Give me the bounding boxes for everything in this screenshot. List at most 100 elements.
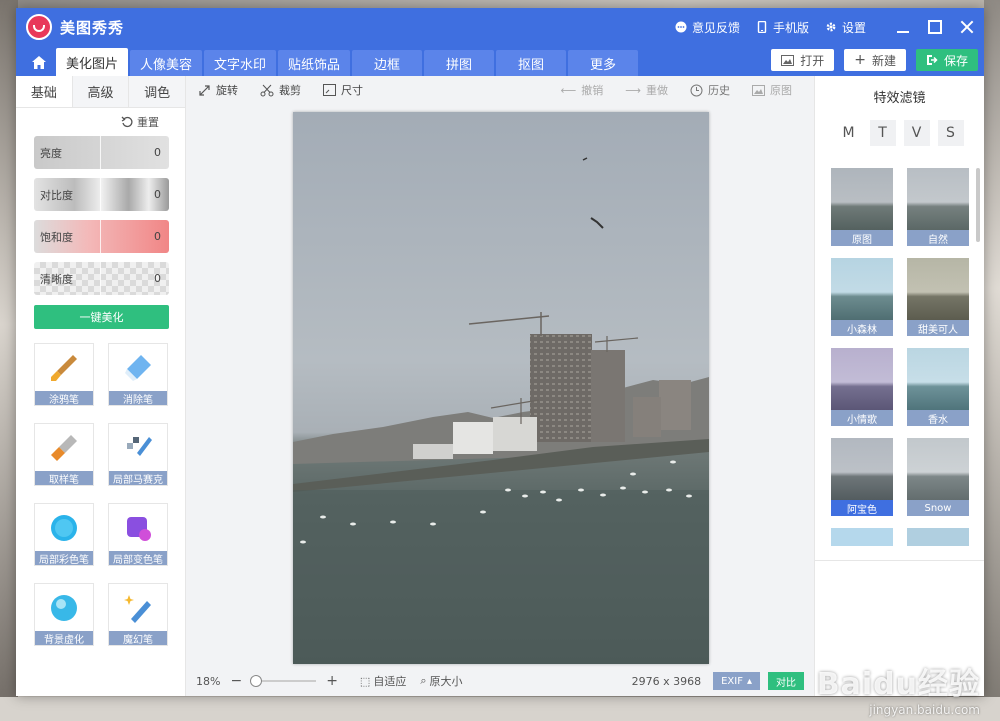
zoom-slider-handle[interactable] — [250, 675, 263, 687]
home-button[interactable] — [22, 48, 56, 76]
contrast-slider[interactable]: 对比度 0 — [34, 178, 169, 211]
redo-button[interactable]: ⟶ 重做 — [625, 82, 668, 98]
mobile-button[interactable]: 手机版 — [756, 19, 809, 36]
original-button[interactable]: 原图 — [752, 82, 792, 98]
filter-category-s[interactable]: S — [937, 120, 964, 146]
exif-button[interactable]: EXIF ▴ — [713, 672, 760, 690]
zoom-out-button[interactable]: − — [230, 673, 242, 689]
doodle-pen-tool[interactable]: 涂鸦笔 — [34, 343, 94, 406]
sharpness-slider[interactable]: 清晰度 0 — [34, 262, 169, 295]
compare-button[interactable]: 对比 — [768, 672, 804, 690]
mobile-label: 手机版 — [772, 20, 809, 35]
filter-natural[interactable]: 自然 — [907, 168, 969, 246]
feedback-button[interactable]: 意见反馈 — [675, 19, 740, 36]
maximize-button[interactable] — [928, 20, 942, 34]
color-circle-icon — [51, 514, 77, 541]
image-icon — [781, 54, 795, 66]
filter-category-m[interactable]: M — [835, 120, 862, 146]
photo-scene — [293, 157, 709, 664]
main-nav: 美化图片 人像美容 文字水印 贴纸饰品 边框 拼图 抠图 更多 打开 + 新建 … — [16, 46, 984, 76]
local-mosaic-tool[interactable]: 局部马赛克 — [108, 423, 168, 486]
magic-pen-tool[interactable]: 魔幻笔 — [108, 583, 168, 646]
scissors-icon — [260, 84, 274, 96]
eraser-icon — [125, 354, 151, 381]
save-button[interactable]: 保存 — [915, 49, 978, 71]
saturation-slider[interactable]: 饱和度 0 — [34, 220, 169, 253]
local-recolor-pen-tool[interactable]: 局部变色笔 — [108, 503, 168, 566]
filter-abao[interactable]: 阿宝色 — [831, 438, 893, 516]
history-label: 历史 — [708, 84, 730, 97]
filter-panel-divider — [815, 560, 984, 561]
new-label: 新建 — [871, 53, 896, 68]
size-button[interactable]: 尺寸 — [323, 82, 363, 98]
tab-beautify[interactable]: 美化图片 — [56, 48, 129, 76]
crop-button[interactable]: 裁剪 — [260, 82, 301, 98]
eraser-pen-tool[interactable]: 消除笔 — [108, 343, 168, 406]
tab-text-watermark[interactable]: 文字水印 — [204, 50, 277, 76]
feedback-label: 意见反馈 — [691, 20, 740, 35]
fit-label: 自适应 — [373, 675, 407, 688]
zoom-slider[interactable] — [250, 675, 317, 687]
filter-thumbnail — [907, 348, 969, 410]
undo-button[interactable]: ⟵ 撤销 — [560, 82, 603, 98]
sharpness-value: 0 — [154, 272, 161, 285]
rotate-button[interactable]: 旋转 — [198, 82, 238, 98]
picture-icon — [752, 84, 765, 96]
sample-pen-tool[interactable]: 取样笔 — [34, 423, 94, 486]
background-blur-tool[interactable]: 背景虚化 — [34, 583, 94, 646]
history-button[interactable]: 历史 — [690, 82, 730, 98]
filter-thumbnail — [907, 528, 969, 546]
subtab-advanced[interactable]: 高级 — [72, 76, 130, 107]
filter-label: 自然 — [907, 230, 969, 246]
crop-label: 裁剪 — [279, 84, 301, 97]
tab-frames[interactable]: 边框 — [352, 50, 423, 76]
subtab-color[interactable]: 调色 — [129, 76, 186, 107]
zoom-in-button[interactable]: + — [326, 673, 338, 689]
clock-icon — [690, 84, 703, 96]
filter-label: Snow — [907, 500, 969, 516]
filter-sweet[interactable]: 甜美可人 — [907, 258, 969, 336]
reset-button[interactable]: 重置 — [16, 108, 185, 136]
filter-category-v[interactable]: V — [903, 120, 930, 146]
fit-button[interactable]: ⬚ 自适应 — [360, 673, 406, 689]
filter-perfume[interactable]: 香水 — [907, 348, 969, 426]
local-color-pen-tool[interactable]: 局部彩色笔 — [34, 503, 94, 566]
filter-scrollbar[interactable] — [976, 168, 980, 242]
filter-small-forest[interactable]: 小森林 — [831, 258, 893, 336]
new-button[interactable]: + 新建 — [844, 49, 906, 71]
one-click-beautify-button[interactable]: 一键美化 — [34, 305, 169, 329]
brightness-slider[interactable]: 亮度 0 — [34, 136, 169, 169]
actual-size-button[interactable]: ⌕ 原大小 — [420, 673, 462, 689]
filter-original[interactable]: 原图 — [831, 168, 893, 246]
rotate-icon — [199, 84, 210, 96]
tab-collage[interactable]: 拼图 — [424, 50, 495, 76]
close-button[interactable] — [960, 20, 974, 34]
tab-portrait[interactable]: 人像美容 — [130, 50, 203, 76]
actual-size-label: 原大小 — [429, 675, 463, 688]
settings-button[interactable]: 设置 — [825, 19, 866, 36]
filter-category-t[interactable]: T — [869, 120, 896, 146]
tab-cutout[interactable]: 抠图 — [496, 50, 567, 76]
tab-more[interactable]: 更多 — [568, 50, 639, 76]
filter-next[interactable] — [831, 528, 893, 546]
original-label: 原图 — [770, 84, 792, 97]
filter-love-song[interactable]: 小情歌 — [831, 348, 893, 426]
filter-thumbnail — [907, 258, 969, 320]
magnifier-icon: ⌕ — [420, 674, 427, 687]
filter-next[interactable] — [907, 528, 969, 546]
fit-icon: ⬚ — [359, 674, 371, 688]
edited-photo[interactable] — [293, 112, 709, 664]
open-button[interactable]: 打开 — [771, 49, 835, 71]
recolor-icon — [127, 516, 151, 541]
filter-snow[interactable]: Snow — [907, 438, 969, 516]
gear-icon — [826, 22, 836, 32]
title-bar: 美图秀秀 意见反馈 手机版 设置 — [16, 8, 984, 46]
rotate-label: 旋转 — [216, 84, 238, 97]
sharpness-label: 清晰度 — [40, 272, 73, 286]
tab-stickers[interactable]: 贴纸饰品 — [278, 50, 351, 76]
subtab-basic[interactable]: 基础 — [16, 76, 73, 107]
tool-label: 涂鸦笔 — [35, 391, 93, 406]
minimize-button[interactable] — [896, 20, 910, 34]
filter-label: 阿宝色 — [831, 500, 893, 516]
tool-label: 消除笔 — [109, 391, 167, 406]
